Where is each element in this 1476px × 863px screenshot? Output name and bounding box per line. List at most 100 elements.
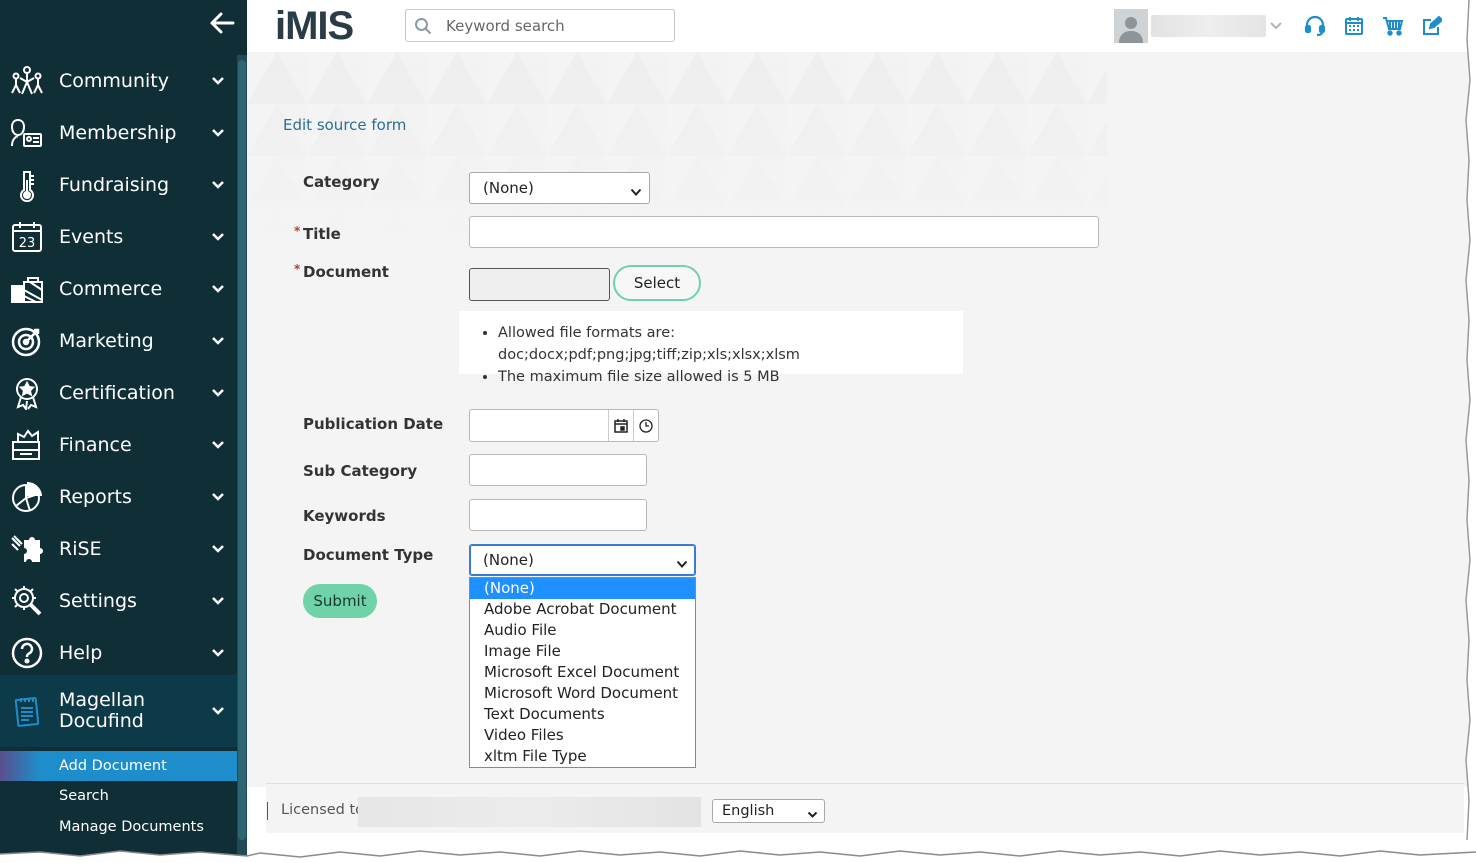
torn-edge-bottom xyxy=(0,850,1476,863)
submit-button[interactable]: Submit xyxy=(303,584,377,618)
dropdown-option[interactable]: Microsoft Word Document xyxy=(470,683,695,704)
document-label: * Document xyxy=(294,262,389,281)
chevron-down-icon xyxy=(676,555,688,573)
document-type-select[interactable]: (None) xyxy=(469,544,696,576)
sidebar-item-label: Community xyxy=(59,69,169,92)
publication-date-field[interactable] xyxy=(470,410,608,441)
chevron-down-icon xyxy=(203,129,233,137)
cart-icon[interactable] xyxy=(1379,12,1407,40)
document-type-value: (None) xyxy=(483,551,534,569)
search-box[interactable] xyxy=(405,9,675,42)
title-label-text: Title xyxy=(303,225,341,243)
sidebar-item-marketing[interactable]: Marketing xyxy=(0,315,237,367)
arrow-left-icon[interactable] xyxy=(206,8,238,38)
sidebar-subitem-label: Manage Documents xyxy=(59,819,204,835)
document-type-dropdown: (None) Adobe Acrobat Document Audio File… xyxy=(469,577,696,768)
required-marker: * xyxy=(294,224,301,238)
sidebar-subitem-label: Add Document xyxy=(59,758,167,774)
sub-category-input[interactable] xyxy=(469,454,647,486)
puzzle-icon xyxy=(4,529,50,569)
sidebar-item-label: Commerce xyxy=(59,277,163,300)
avatar[interactable] xyxy=(1114,9,1148,43)
sidebar-item-fundraising[interactable]: Fundraising xyxy=(0,159,237,211)
document-file-field[interactable] xyxy=(469,268,610,301)
sidebar-subitem-search[interactable]: Search xyxy=(0,781,237,811)
breadcrumb[interactable]: Edit source form xyxy=(283,116,406,134)
sidebar-item-label: Finance xyxy=(59,433,132,456)
search-input[interactable] xyxy=(446,16,666,35)
calendar-picker-icon[interactable] xyxy=(608,410,633,441)
edit-icon[interactable] xyxy=(1418,12,1446,40)
footer: Licensed to English xyxy=(266,783,1464,833)
keywords-label: Keywords xyxy=(303,507,386,525)
sub-category-label: Sub Category xyxy=(303,462,418,480)
dropdown-option[interactable]: Image File xyxy=(470,641,695,662)
max-size-text: The maximum file size allowed is 5 MB xyxy=(498,366,963,388)
sidebar-item-label: RiSE xyxy=(59,537,102,560)
dropdown-option[interactable]: Adobe Acrobat Document xyxy=(470,599,695,620)
select-file-button[interactable]: Select xyxy=(613,265,701,301)
chevron-down-icon xyxy=(807,807,818,823)
sidebar-item-reports[interactable]: Reports xyxy=(0,471,237,523)
category-select[interactable]: (None) xyxy=(469,172,650,204)
dropdown-option[interactable]: Microsoft Excel Document xyxy=(470,662,695,683)
dropdown-option[interactable]: (None) xyxy=(470,578,695,599)
footer-divider xyxy=(267,802,268,820)
sidebar-item-rise[interactable]: RiSE xyxy=(0,523,237,575)
commerce-icon xyxy=(4,269,50,309)
sidebar-item-events[interactable]: 23 Events xyxy=(0,211,237,263)
support-icon[interactable] xyxy=(1301,12,1329,40)
certification-icon xyxy=(4,373,50,413)
chevron-down-icon[interactable] xyxy=(1269,16,1283,35)
clock-icon[interactable] xyxy=(633,410,658,441)
publication-date-input[interactable] xyxy=(469,409,659,442)
sidebar-item-label: Magellan Docufind xyxy=(59,689,146,732)
document-type-label: Document Type xyxy=(303,546,434,564)
sidebar-subitem-label: Search xyxy=(59,788,109,804)
torn-edge-right xyxy=(1464,0,1476,863)
chevron-down-icon xyxy=(203,181,233,189)
sidebar-item-membership[interactable]: Membership xyxy=(0,107,237,159)
keywords-input[interactable] xyxy=(469,499,647,531)
sidebar-subitem-add-document[interactable]: Add Document xyxy=(0,751,237,781)
chevron-down-icon xyxy=(203,233,233,241)
calendar-icon[interactable] xyxy=(1340,12,1368,40)
sidebar-subitem-manage-documents[interactable]: Manage Documents xyxy=(0,812,237,842)
sidebar-item-magellan-docufind[interactable]: Magellan Docufind xyxy=(0,675,237,747)
chevron-down-icon xyxy=(203,337,233,345)
dropdown-option[interactable]: Video Files xyxy=(470,725,695,746)
chevron-down-icon xyxy=(203,545,233,553)
dropdown-option[interactable]: Audio File xyxy=(470,620,695,641)
sidebar: Community Membership Fundraising 23 Even… xyxy=(0,0,247,856)
sidebar-scrollbar-thumb[interactable] xyxy=(238,60,246,840)
main-content: Edit source form Category (None) * Title… xyxy=(247,52,1469,787)
chevron-down-icon xyxy=(203,493,233,501)
sidebar-item-commerce[interactable]: Commerce xyxy=(0,263,237,315)
language-select[interactable]: English xyxy=(712,799,825,823)
allowed-formats-text: Allowed file formats are: doc;docx;pdf;p… xyxy=(498,322,963,366)
category-label: Category xyxy=(303,173,380,191)
target-icon xyxy=(4,321,50,361)
dropdown-option[interactable]: xltm File Type xyxy=(470,746,695,767)
sidebar-item-finance[interactable]: Finance xyxy=(0,419,237,471)
category-value: (None) xyxy=(483,179,534,197)
sidebar-item-help[interactable]: Help xyxy=(0,627,237,679)
imis-logo[interactable]: iMIS xyxy=(275,4,354,49)
sidebar-item-certification[interactable]: Certification xyxy=(0,367,237,419)
finance-icon xyxy=(4,425,50,465)
sidebar-item-settings[interactable]: Settings xyxy=(0,575,237,627)
title-label: * Title xyxy=(294,224,341,243)
title-input[interactable] xyxy=(469,216,1099,248)
sidebar-item-label: Reports xyxy=(59,485,132,508)
username-redacted[interactable] xyxy=(1151,15,1266,37)
chevron-down-icon xyxy=(203,389,233,397)
file-info-box: Allowed file formats are: doc;docx;pdf;p… xyxy=(459,311,963,385)
fundraising-icon xyxy=(4,165,50,205)
chevron-down-icon xyxy=(203,77,233,85)
chevron-down-icon xyxy=(203,597,233,605)
sidebar-item-label: Events xyxy=(59,225,124,248)
sidebar-item-community[interactable]: Community xyxy=(0,55,237,107)
document-label-text: Document xyxy=(303,263,389,281)
licensed-to-text: Licensed to xyxy=(281,802,365,818)
dropdown-option[interactable]: Text Documents xyxy=(470,704,695,725)
